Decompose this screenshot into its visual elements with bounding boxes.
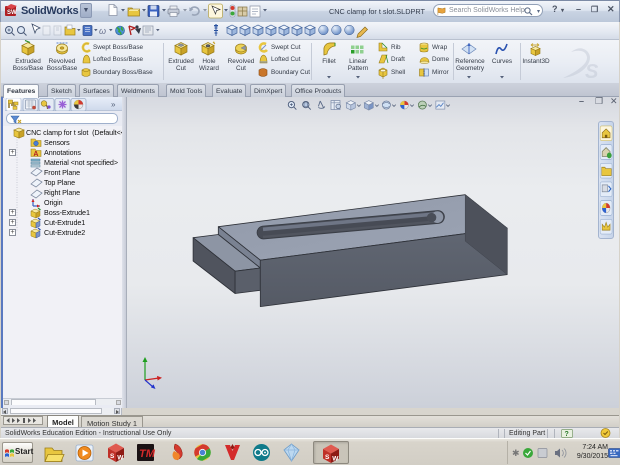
- svg-text:TM: TM: [139, 448, 156, 460]
- svg-text:A: A: [33, 151, 38, 158]
- svg-text:ω: ω: [99, 26, 106, 36]
- svg-text:W: W: [332, 456, 339, 463]
- svg-text:?: ?: [565, 431, 569, 438]
- svg-text:SW: SW: [7, 10, 17, 16]
- svg-text:W: W: [117, 455, 124, 462]
- svg-text:S: S: [110, 453, 115, 460]
- svg-text:S: S: [325, 454, 330, 461]
- svg-text:»: »: [111, 100, 116, 109]
- svg-text:S: S: [585, 61, 599, 83]
- svg-text:✱: ✱: [512, 448, 520, 458]
